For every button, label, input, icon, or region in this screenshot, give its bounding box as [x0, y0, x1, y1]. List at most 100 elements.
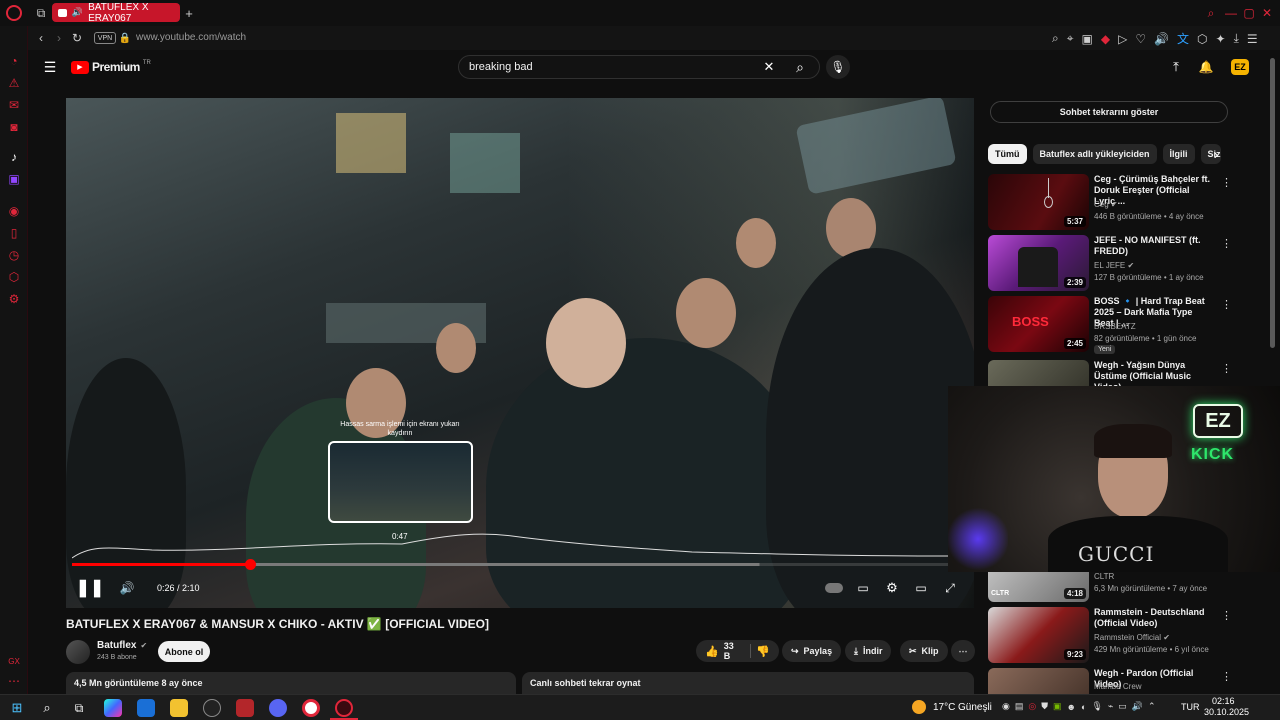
heart-icon[interactable]: ♡	[1135, 32, 1146, 46]
chat-replay-box[interactable]: Canlı sohbeti tekrar oynat	[522, 672, 974, 694]
subtitles-icon[interactable]: ▭	[854, 578, 872, 598]
rec-item[interactable]: 5:37 Ceg - Çürümüş Bahçeler ft. Doruk Er…	[988, 174, 1232, 232]
settings-icon[interactable]: ⚙	[7, 292, 21, 306]
rec-title[interactable]: Rammstein - Deutschland (Official Video)	[1094, 607, 1212, 629]
chips-next-icon[interactable]: ›	[1208, 146, 1224, 162]
channel-name[interactable]: Batuflex	[97, 640, 136, 651]
steam-icon[interactable]	[203, 699, 221, 717]
settings-gear-icon[interactable]: ⚙	[883, 578, 901, 598]
upload-icon[interactable]: ⤒	[1168, 59, 1184, 75]
download-button[interactable]: ⤓ İndir	[845, 640, 892, 662]
more-icon[interactable]: ⋯	[7, 674, 21, 688]
file-explorer-icon[interactable]	[170, 699, 188, 717]
language-indicator[interactable]: TUR	[1181, 702, 1200, 712]
bookmarks-icon[interactable]: ▯	[7, 226, 21, 240]
autoplay-toggle[interactable]	[825, 583, 843, 593]
dislike-icon[interactable]: 👎	[756, 645, 770, 658]
rec-more-icon[interactable]: ⋮	[1221, 670, 1228, 683]
tray-nvidia-icon[interactable]: ▣	[1053, 701, 1062, 712]
rec-item[interactable]: 2:39 JEFE - NO MANIFEST (ft. FREDD) EL J…	[988, 235, 1232, 293]
share-button[interactable]: ↪ Paylaş	[782, 640, 842, 662]
extension-icon[interactable]: ⬡	[1197, 32, 1207, 46]
back-button[interactable]: ‹	[34, 30, 48, 46]
play-icon[interactable]: ▷	[1118, 32, 1127, 46]
rec-thumbnail[interactable]: 2:39	[988, 235, 1089, 291]
download-icon[interactable]: ⤓	[1234, 31, 1239, 46]
snapshot-icon[interactable]: ▣	[1082, 32, 1093, 46]
tray-app-icon[interactable]: ▤	[1015, 701, 1024, 712]
tray-discord-icon[interactable]: ☻	[1067, 702, 1076, 712]
zoom-icon[interactable]: ⌕	[1052, 31, 1059, 46]
aria-icon[interactable]: ◔	[7, 54, 21, 68]
clip-button[interactable]: ✂ Klip	[900, 640, 948, 662]
translate-icon[interactable]: 文	[1177, 30, 1189, 47]
audio-control-icon[interactable]: 🔊	[1154, 32, 1169, 46]
clear-search-icon[interactable]: ✕	[760, 58, 778, 76]
tray-wifi-icon[interactable]: ◐	[1081, 702, 1086, 712]
notifications-bell-icon[interactable]: 🔔	[1198, 59, 1214, 75]
opera-icon[interactable]	[302, 699, 320, 717]
weather-temp[interactable]: 17°C	[933, 702, 955, 713]
messenger-icon[interactable]: ✉	[7, 98, 21, 112]
hamburger-menu-icon[interactable]: ☰	[42, 59, 58, 75]
rec-more-icon[interactable]: ⋮	[1221, 362, 1232, 375]
like-icon[interactable]: 👍	[705, 645, 719, 658]
chip-all[interactable]: Tümü	[988, 144, 1027, 164]
clock-date[interactable]: 30.10.2025	[1204, 707, 1249, 717]
close-window-button[interactable]: ✕	[1260, 5, 1274, 21]
theater-mode-icon[interactable]: ▭	[912, 578, 930, 598]
tray-network-icon[interactable]: ▭	[1118, 701, 1127, 712]
opera-logo-icon[interactable]	[6, 5, 22, 21]
rec-item[interactable]: Wegh - Pardon (Official Video) Mamba Cre…	[988, 668, 1228, 694]
youtube-premium-logo[interactable]: ▶ Premium TR	[71, 60, 151, 74]
channel-avatar[interactable]	[66, 640, 90, 664]
more-actions-button[interactable]: ⋯	[951, 640, 975, 662]
tray-expand-icon[interactable]: ⌃	[1148, 701, 1156, 712]
weather-sun-icon[interactable]	[912, 700, 926, 714]
fullscreen-icon[interactable]: ⤢	[941, 578, 959, 598]
menu-icon[interactable]: ☰	[1247, 32, 1258, 46]
search-tabs-icon[interactable]: ⌕	[1204, 5, 1218, 21]
account-avatar[interactable]: EZ	[1231, 59, 1249, 75]
voicemod-icon[interactable]	[236, 699, 254, 717]
extensions-icon[interactable]: ⬡	[7, 270, 21, 284]
pause-button[interactable]: ❚❚	[76, 578, 105, 598]
tray-mic-icon[interactable]: 🎙	[1091, 701, 1102, 712]
pocket-icon[interactable]: ◆	[1101, 32, 1110, 46]
tray-opera-icon[interactable]: ◎	[1028, 701, 1036, 712]
vpn-badge[interactable]: VPN	[94, 32, 116, 44]
rec-thumbnail[interactable]	[988, 668, 1089, 694]
chip-from-uploader[interactable]: Batuflex adlı yükleyiciden	[1032, 144, 1157, 164]
player-icon[interactable]: ◉	[7, 204, 21, 218]
mail-icon[interactable]	[137, 699, 155, 717]
opera-gx-icon[interactable]	[335, 699, 353, 717]
rec-thumbnail[interactable]: 5:37	[988, 174, 1089, 230]
minimize-button[interactable]: —	[1224, 5, 1238, 21]
chip-related[interactable]: İlgili	[1162, 144, 1195, 164]
weather-label[interactable]: Güneşli	[958, 702, 992, 713]
rec-more-icon[interactable]: ⋮	[1221, 176, 1232, 189]
progress-scrubber[interactable]	[245, 559, 256, 570]
tray-usb-icon[interactable]: ⌁	[1108, 701, 1113, 712]
start-button[interactable]: ⊞	[8, 699, 26, 717]
rec-more-icon[interactable]: ⋮	[1221, 609, 1232, 622]
page-scrollbar[interactable]	[1270, 58, 1275, 348]
puzzle-icon[interactable]: ✦	[1216, 32, 1226, 46]
search-icon[interactable]: ⌕	[38, 699, 56, 717]
clock-time[interactable]: 02:16	[1212, 696, 1235, 706]
subscribe-button[interactable]: Abone ol	[158, 641, 210, 662]
volume-icon[interactable]: 🔊	[118, 578, 136, 598]
reload-button[interactable]: ↻	[70, 30, 84, 46]
url-field[interactable]: www.youtube.com/watch	[136, 32, 246, 43]
tray-steam-icon[interactable]: ◉	[1002, 701, 1010, 712]
show-chat-replay-button[interactable]: Sohbet tekrarını göster	[990, 101, 1228, 123]
rec-title[interactable]: JEFE - NO MANIFEST (ft. FREDD)	[1094, 235, 1212, 257]
tray-shield-icon[interactable]: ⛊	[1041, 701, 1048, 712]
rec-item[interactable]: 9:23 Rammstein - Deutschland (Official V…	[988, 607, 1232, 665]
tiktok-icon[interactable]: ♪	[7, 150, 21, 164]
task-view-icon[interactable]: ⧉	[70, 699, 88, 717]
copilot-icon[interactable]	[104, 699, 122, 717]
tab-manager-icon[interactable]: ⧉	[34, 5, 48, 21]
rec-thumbnail[interactable]: BOSS 2:45	[988, 296, 1089, 352]
rec-thumbnail[interactable]: 9:23	[988, 607, 1089, 663]
